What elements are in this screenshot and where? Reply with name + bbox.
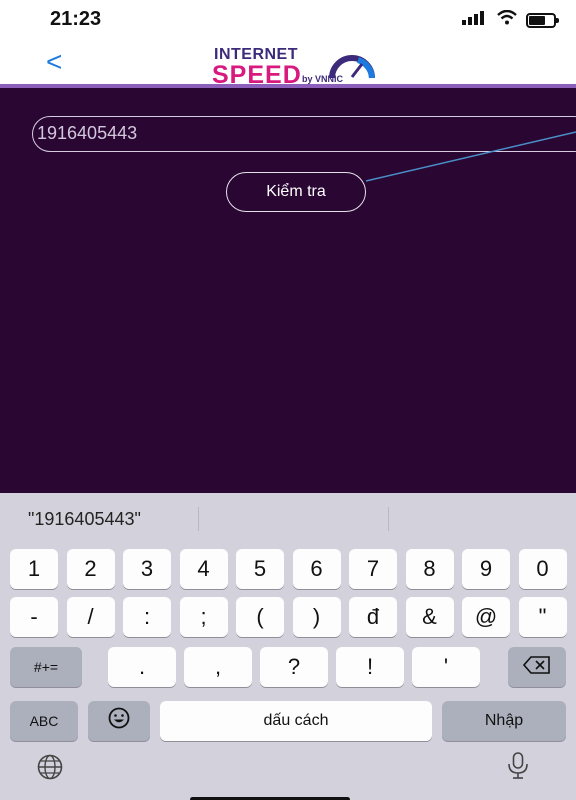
row2-key[interactable]: ) [292, 597, 341, 637]
delete-key[interactable] [508, 647, 566, 687]
suggestion-item[interactable]: "1916405443" [28, 509, 141, 530]
row2-key[interactable]: ( [236, 597, 284, 637]
on-screen-keyboard: "1916405443" 1 2 3 4 5 6 7 8 9 0 - /:; () đ & @ " #+= .… [0, 493, 576, 800]
key-label: " [538, 604, 547, 629]
key-label: 9 [479, 556, 493, 581]
key-label: ; [200, 604, 207, 629]
speed-gauge-icon [328, 50, 376, 85]
backspace-icon [522, 654, 551, 680]
emoji-icon [108, 707, 130, 735]
row3-key[interactable]: , [184, 647, 252, 687]
row2-key[interactable]: - [10, 597, 58, 637]
row2-key[interactable]: & [405, 597, 454, 637]
phone-number-input[interactable]: 1916405443 [32, 116, 576, 152]
row1-key[interactable]: 6 [292, 549, 341, 589]
key-label: ( [256, 604, 264, 629]
key-label: ) [312, 604, 321, 629]
app-header: < INTERNET SPEED by VNNIC [0, 38, 576, 89]
row3-key[interactable]: ? [260, 647, 328, 687]
row3-key[interactable]: ' [412, 647, 480, 687]
key-label: đ [366, 604, 380, 629]
suggestion-divider [198, 507, 199, 531]
space-key[interactable]: dấu cách [160, 701, 432, 741]
return-key[interactable]: Nhập [442, 701, 566, 741]
row1-key[interactable]: 0 [518, 549, 567, 589]
key-label: & [422, 604, 437, 629]
key-label: 4 [197, 556, 210, 581]
app-logo: INTERNET SPEED by VNNIC [208, 46, 378, 89]
battery-icon [526, 12, 559, 28]
key-label: 3 [140, 556, 154, 581]
emoji-key[interactable] [88, 701, 150, 741]
key-label: ? [287, 654, 301, 679]
row1-key[interactable]: 7 [349, 549, 397, 589]
key-label: ! [366, 654, 374, 679]
row2-key[interactable]: đ [349, 597, 397, 637]
key-label: 8 [423, 556, 436, 581]
key-label: 6 [310, 556, 323, 581]
suggestion-bar: "1916405443" [0, 493, 576, 543]
key-label: , [214, 654, 222, 679]
key-label: 2 [84, 556, 97, 581]
row2-key[interactable]: ; [179, 597, 228, 637]
key-label: 5 [253, 556, 267, 581]
abc-key[interactable]: ABC [10, 701, 78, 741]
status-time: 21:23 [50, 8, 102, 30]
status-bar: 21:23 [0, 0, 576, 38]
symbols-shift-label: #+= [33, 659, 59, 675]
row2-key[interactable]: @ [462, 597, 510, 637]
row1-key[interactable]: 5 [236, 549, 284, 589]
symbols-shift-key[interactable]: #+= [10, 647, 82, 687]
main-content: 1916405443 Kiểm tra [0, 88, 576, 493]
space-label: dấu cách [263, 712, 329, 729]
return-label: Nhập [484, 712, 524, 729]
row2-key[interactable]: / [66, 597, 115, 637]
row1-key[interactable]: 9 [462, 549, 510, 589]
row1-key[interactable]: 2 [66, 549, 115, 589]
row1-key[interactable]: 3 [123, 549, 171, 589]
key-label: ' [443, 654, 449, 679]
key-label: 0 [536, 556, 549, 581]
key-label: 1 [27, 556, 41, 581]
key-label: @ [474, 604, 498, 629]
globe-icon[interactable] [36, 753, 64, 786]
row3-key[interactable]: . [108, 647, 176, 687]
key-label: - [30, 604, 38, 629]
key-label: / [87, 604, 94, 629]
key-label: . [138, 654, 146, 679]
key-label: : [143, 604, 151, 629]
row3-key[interactable]: ! [336, 647, 404, 687]
check-button[interactable]: Kiểm tra [226, 172, 366, 212]
back-button[interactable]: < [46, 48, 62, 76]
abc-label: ABC [29, 713, 59, 729]
wifi-icon [497, 9, 517, 30]
suggestion-divider [388, 507, 389, 531]
microphone-icon[interactable] [506, 751, 530, 786]
row2-key[interactable]: " [518, 597, 567, 637]
key-label: 7 [366, 556, 380, 581]
row1-key[interactable]: 1 [10, 549, 58, 589]
row1-key[interactable]: 4 [179, 549, 228, 589]
row1-key[interactable]: 8 [405, 549, 454, 589]
signal-bars-icon [462, 10, 488, 30]
row2-key[interactable]: : [123, 597, 171, 637]
status-icons [462, 9, 559, 30]
